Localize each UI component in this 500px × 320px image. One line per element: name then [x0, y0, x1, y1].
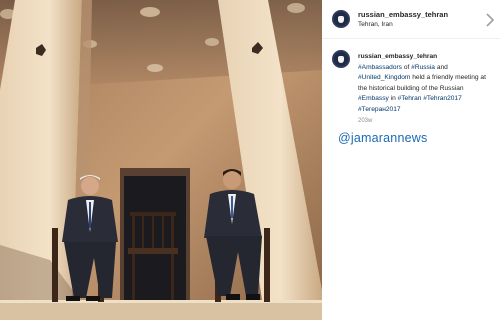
hashtag-link[interactable]: #United_Kingdom [358, 74, 410, 81]
hashtag-link[interactable]: #Ambassadors [358, 64, 402, 71]
caption-username[interactable]: russian_embassy_tehran [358, 52, 493, 63]
jamarannews-watermark: @jamarannews [338, 131, 428, 145]
hashtag-link[interactable]: #Embassy [358, 95, 389, 102]
header-username[interactable]: russian_embassy_tehran [358, 10, 448, 19]
embassy-photo-image [0, 0, 322, 320]
hashtag-link[interactable]: #Тегеран2017 [358, 106, 401, 113]
embassy-emblem-icon[interactable] [332, 10, 350, 28]
post-location[interactable]: Tehran, Iran [358, 21, 393, 28]
caption-body: #Ambassadors of #Russia and #United_King… [358, 64, 486, 113]
caption-text: in [388, 95, 398, 102]
post-photo[interactable] [0, 0, 322, 320]
caption-text: of [401, 63, 412, 71]
caption-text: and [434, 63, 448, 71]
hashtag-link[interactable]: #Tehran2017 [423, 95, 462, 102]
post-details-panel: russian_embassy_tehran Tehran, Iran russ… [322, 0, 500, 320]
post-caption: russian_embassy_tehran #Ambassadors of #R… [358, 52, 493, 115]
post-timestamp[interactable]: 203w [358, 118, 372, 124]
chevron-right-icon[interactable] [485, 12, 499, 32]
hashtag-link[interactable]: #Tehran [398, 95, 422, 102]
hashtag-link[interactable]: #Russia [411, 64, 435, 71]
post-header: russian_embassy_tehran Tehran, Iran [322, 0, 500, 39]
caption-avatar-emblem-icon[interactable] [332, 50, 350, 68]
